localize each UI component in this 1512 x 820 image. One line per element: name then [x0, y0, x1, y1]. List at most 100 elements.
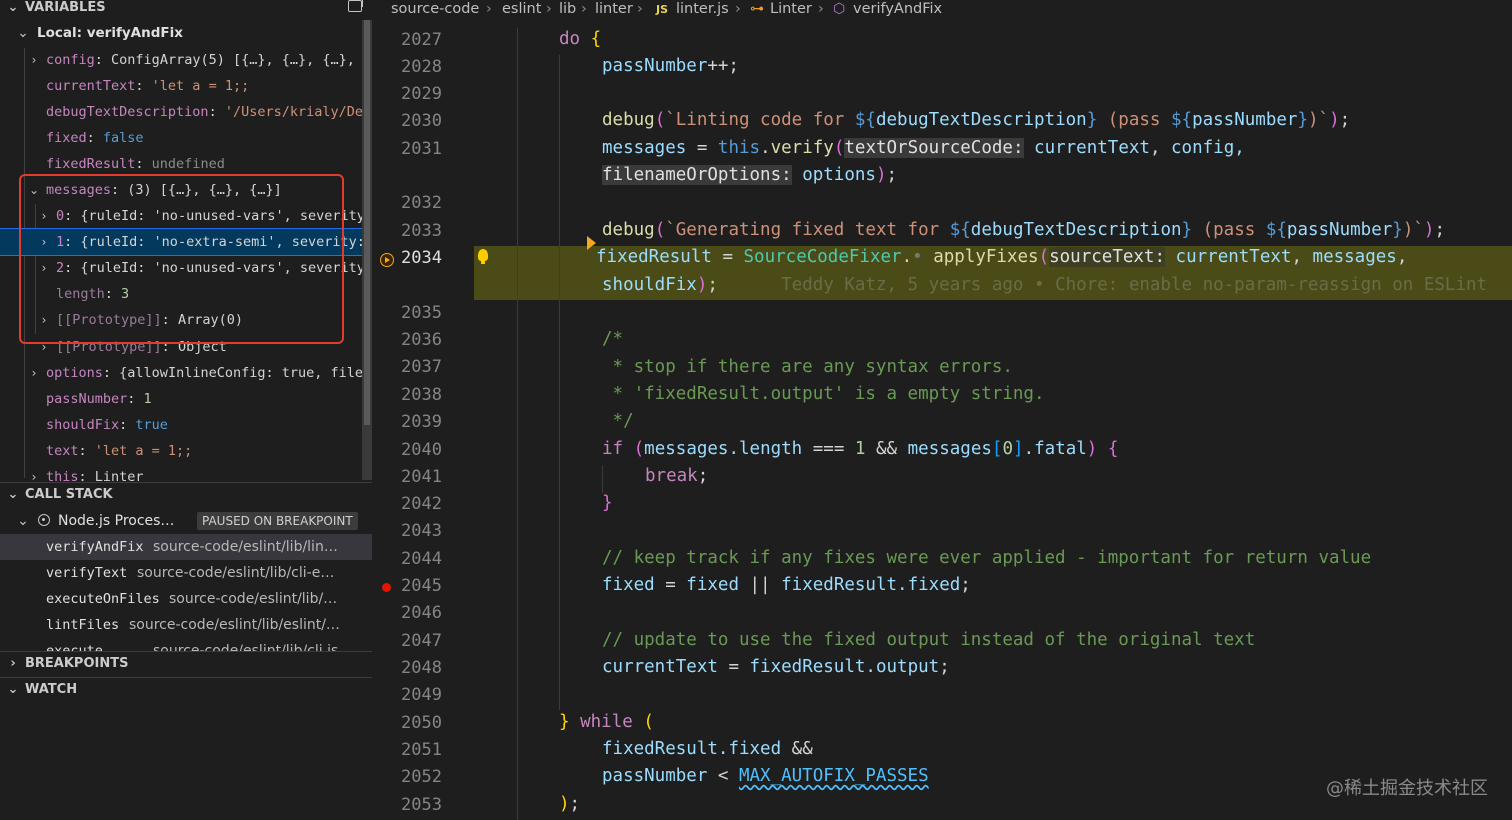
code-line[interactable]: * stop if there are any syntax errors.: [602, 357, 1013, 377]
line-number: 2039: [401, 412, 442, 432]
variables-scrollbar[interactable]: [362, 20, 372, 480]
chevron-right-icon: ›: [41, 261, 47, 275]
code-line[interactable]: messages = this.verify(textOrSourceCode:…: [602, 138, 1245, 158]
code-line[interactable]: filenameOrOptions: options);: [602, 165, 897, 185]
line-number: 2038: [401, 385, 442, 405]
breadcrumb-item[interactable]: linter: [595, 0, 633, 18]
code-line[interactable]: do {: [559, 29, 601, 49]
stack-frame[interactable]: verifyAndFix source-code/eslint/lib/lin…: [0, 534, 372, 560]
code-line[interactable]: passNumber++;: [602, 56, 739, 76]
current-breakpoint-icon[interactable]: [380, 253, 394, 267]
variable-row[interactable]: currentText: 'let a = 1;;: [0, 73, 362, 99]
variable-row[interactable]: › 2: {ruleId: 'no-unused-vars', severity…: [0, 255, 362, 281]
line-number: 2049: [401, 685, 442, 705]
breadcrumb-item[interactable]: lib: [559, 0, 576, 18]
variable-row-selected[interactable]: › 1: {ruleId: 'no-extra-semi', severity:…: [0, 228, 363, 256]
stack-frame[interactable]: verifyText source-code/eslint/lib/cli-e…: [0, 560, 372, 586]
variable-row[interactable]: shouldFix: true: [0, 412, 362, 438]
code-editor[interactable]: source-code › eslint › lib › linter › JS…: [374, 0, 1512, 820]
variable-row[interactable]: › [[Prototype]]: Array(0): [0, 307, 362, 333]
line-number: 2030: [401, 111, 442, 131]
variable-row[interactable]: › options: {allowInlineConfig: true, fil…: [0, 360, 362, 386]
chevron-right-icon: ›: [818, 1, 824, 17]
git-blame-annotation: Teddy Katz, 5 years ago • Chore: enable …: [781, 275, 1488, 295]
chevron-right-icon: ›: [41, 313, 47, 327]
scope-local[interactable]: ⌄ Local: verifyAndFix: [0, 20, 362, 46]
inlay-hint: textOrSourceCode:: [844, 138, 1024, 158]
line-number: 2033: [401, 221, 442, 241]
line-number: 2032: [401, 193, 442, 213]
code-line[interactable]: if (messages.length === 1 && messages[0]…: [602, 439, 1118, 459]
code-line[interactable]: currentText = fixedResult.output;: [602, 657, 950, 677]
code-line-current[interactable]: fixedResult = SourceCodeFixer.• applyFix…: [586, 236, 1407, 267]
variable-row[interactable]: › [[Prototype]]: Object: [0, 334, 362, 360]
inlay-hint: sourceText:: [1049, 247, 1166, 267]
code-line[interactable]: } while (: [559, 712, 654, 732]
variable-row-messages[interactable]: ⌄ messages: (3) [{…}, {…}, {…}]: [0, 177, 362, 203]
variable-row[interactable]: › this: Linter: [0, 464, 362, 482]
variable-row[interactable]: length: 3: [0, 281, 362, 307]
breakpoints-section-header[interactable]: › BREAKPOINTS: [0, 652, 372, 676]
breadcrumb-item[interactable]: eslint: [502, 0, 541, 18]
code-line[interactable]: fixedResult.fixed &&: [602, 739, 813, 759]
line-number: 2037: [401, 357, 442, 377]
code-line[interactable]: );: [559, 794, 580, 814]
code-line[interactable]: }: [602, 493, 613, 513]
chevron-right-icon: ›: [486, 1, 492, 17]
breadcrumb-item[interactable]: verifyAndFix: [853, 0, 942, 18]
breadcrumb-item[interactable]: Linter: [770, 0, 812, 18]
line-number: 2047: [401, 631, 442, 651]
line-number: 2052: [401, 767, 442, 787]
chevron-down-icon: ⌄: [7, 487, 19, 502]
code-line[interactable]: shouldFix); Teddy Katz, 5 years ago • Ch…: [602, 275, 1487, 295]
stack-frame[interactable]: execute source-code/eslint/lib/cli.js: [0, 638, 372, 652]
variable-row[interactable]: text: 'let a = 1;;: [0, 438, 362, 464]
code-line[interactable]: passNumber < MAX_AUTOFIX_PASSES: [602, 766, 929, 786]
chevron-down-icon: ⌄: [28, 183, 40, 197]
code-line[interactable]: debug(`Linting code for ${debugTextDescr…: [602, 110, 1350, 130]
call-stack-section-header[interactable]: ⌄ CALL STACK: [0, 483, 372, 507]
variable-row[interactable]: passNumber: 1: [0, 386, 362, 412]
variable-row[interactable]: › config: ConfigArray(5) [{…}, {…}, {…},…: [0, 47, 362, 73]
code-line[interactable]: break;: [645, 466, 708, 486]
chevron-right-icon: ›: [31, 470, 37, 482]
code-line[interactable]: fixed = fixed || fixedResult.fixed;: [602, 575, 971, 595]
code-line[interactable]: */: [602, 411, 634, 431]
line-number: 2041: [401, 467, 442, 487]
chevron-right-icon: ›: [31, 366, 37, 380]
variables-section-header[interactable]: ⌄ VARIABLES: [0, 0, 372, 20]
breadcrumb-item[interactable]: linter.js: [676, 0, 729, 18]
watch-section-header[interactable]: ⌄ WATCH: [0, 678, 372, 702]
variable-row[interactable]: › 0: {ruleId: 'no-unused-vars', severity…: [0, 203, 362, 229]
chevron-right-icon: ›: [41, 209, 47, 223]
breadcrumb-item[interactable]: source-code: [391, 0, 479, 18]
process-row[interactable]: ⌄ Node.js Proces… PAUSED ON BREAKPOINT: [0, 508, 372, 534]
line-number: 2046: [401, 603, 442, 623]
variable-row[interactable]: fixedResult: undefined: [0, 151, 362, 177]
javascript-file-icon: JS: [656, 3, 669, 16]
chevron-right-icon: ›: [41, 235, 47, 249]
code-line[interactable]: debug(`Generating fixed text for ${debug…: [602, 220, 1445, 240]
editor-scrollbar[interactable]: [1502, 20, 1512, 820]
stack-frame[interactable]: executeOnFiles source-code/eslint/lib/…: [0, 586, 372, 612]
code-line[interactable]: // keep track if any fixes were ever app…: [602, 548, 1371, 568]
code-line[interactable]: * 'fixedResult.output' is a empty string…: [602, 384, 1045, 404]
line-number: 2050: [401, 713, 442, 733]
class-icon: ⊶: [750, 1, 764, 17]
variable-row[interactable]: fixed: false: [0, 125, 362, 151]
status-badge: PAUSED ON BREAKPOINT: [197, 512, 358, 530]
breadcrumb: source-code › eslint › lib › linter › JS…: [374, 0, 1512, 20]
code-line[interactable]: // update to use the fixed output instea…: [602, 630, 1255, 650]
breakpoint-icon[interactable]: [382, 583, 391, 592]
line-number: 2051: [401, 740, 442, 760]
collapse-all-icon[interactable]: [348, 0, 363, 12]
chevron-right-icon: ›: [637, 1, 643, 17]
stack-frame[interactable]: lintFiles source-code/eslint/lib/eslint/…: [0, 612, 372, 638]
lightbulb-icon[interactable]: [478, 249, 488, 264]
scrollbar-thumb[interactable]: [364, 20, 370, 425]
code-line[interactable]: /*: [602, 329, 623, 349]
line-number: 2053: [401, 795, 442, 815]
variable-row[interactable]: debugTextDescription: '/Users/krialy/Des…: [0, 99, 362, 125]
debug-sidebar: ⌄ VARIABLES ⌄ Local: verifyAndFix › conf…: [0, 0, 372, 820]
watermark: @稀土掘金技术社区: [1326, 778, 1488, 799]
